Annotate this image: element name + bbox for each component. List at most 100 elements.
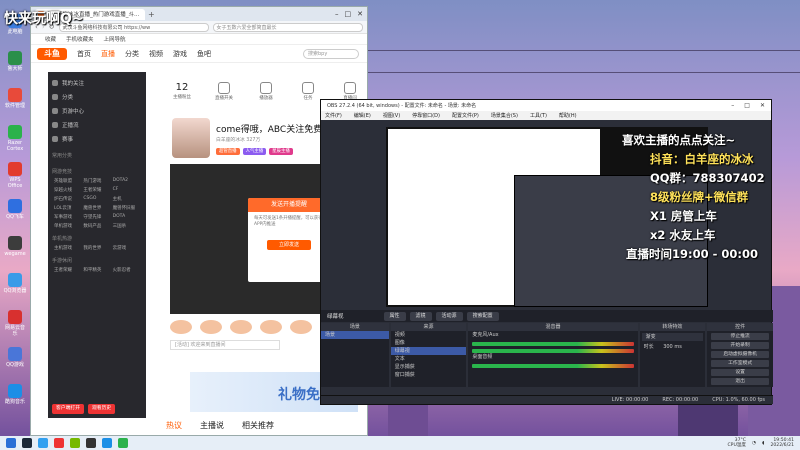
sidebar-category-item[interactable]: 我的世界 (83, 245, 112, 251)
sidebar-category-item[interactable]: 主机游戏 (54, 245, 83, 251)
sidebar-item-category[interactable]: 分类 (52, 90, 142, 104)
nav-game[interactable]: 游戏 (173, 49, 187, 59)
emote-icon[interactable] (170, 320, 192, 334)
live-switch-stat[interactable]: 直播开关 (212, 82, 236, 101)
scene-item[interactable]: 场景 (321, 331, 389, 339)
nav-live[interactable]: 直播 (101, 49, 115, 59)
sidebar-category-item[interactable]: 魔兽世界 (83, 205, 112, 211)
source-item[interactable]: 显示捕获 (391, 363, 467, 371)
sidebar-item-live[interactable]: 正播流 (52, 118, 142, 132)
obs-menu-item[interactable]: 停靠窗口(D) (412, 112, 440, 119)
emote-icon[interactable] (260, 320, 282, 334)
fans-stat[interactable]: 12 主播粉丝 (170, 82, 194, 101)
emote-icon[interactable] (290, 320, 312, 334)
sidebar-category-item[interactable]: 魔兽怀旧服 (113, 205, 142, 211)
obs-menu-item[interactable]: 工具(T) (530, 112, 547, 119)
control-button[interactable]: 退出 (711, 378, 769, 385)
obs-menu-item[interactable]: 配置文件(P) (452, 112, 479, 119)
browser-search-input[interactable]: 女子五数六爱全部简直最长 (212, 22, 363, 32)
sidebar-item-pagegame[interactable]: 页游中心 (52, 104, 142, 118)
history-button[interactable]: 观看历史 (88, 404, 116, 414)
tab-streamer-say[interactable]: 主播说 (200, 420, 224, 431)
close-icon[interactable]: ✕ (357, 10, 363, 18)
bookmark-item[interactable]: 收藏 (45, 35, 56, 43)
sidebar-category-item[interactable]: 火影忍者 (113, 267, 142, 273)
sidebar-item-match[interactable]: 赛事 (52, 132, 142, 146)
activate-button[interactable]: 活动源 (435, 311, 463, 321)
emote-icon[interactable] (230, 320, 252, 334)
open-client-button[interactable]: 客户端打开 (52, 404, 84, 414)
sidebar-category-item[interactable]: 和平精英 (83, 267, 112, 273)
new-tab-button[interactable]: + (148, 10, 155, 19)
sidebar-category-item[interactable]: 单机游戏 (54, 223, 83, 229)
sidebar-category-item[interactable]: 王者荣耀 (54, 267, 83, 273)
sidebar-category-item[interactable]: 主机 (113, 196, 142, 202)
control-button[interactable]: 启动虚拟摄像机 (711, 351, 769, 358)
sidebar-item-follow[interactable]: 我的关注 (52, 76, 142, 90)
source-item[interactable]: 图像 (391, 339, 467, 347)
obs-icon[interactable] (86, 438, 96, 448)
desktop-icon[interactable]: Razer Cortex (3, 125, 27, 152)
filters-button[interactable]: 滤镜 (409, 311, 432, 321)
duration-field[interactable]: 时长 300 ms (640, 343, 706, 351)
sidebar-category-item[interactable]: 英雄联盟 (54, 178, 83, 184)
douyu-logo[interactable]: 斗鱼 (37, 47, 67, 60)
task-stat[interactable]: 任务 (296, 82, 320, 101)
tab-recommend[interactable]: 相关推荐 (242, 420, 274, 431)
minimize-icon[interactable]: – (731, 102, 734, 109)
desktop-icon[interactable]: wegame (3, 236, 27, 257)
source-item[interactable]: 绿幕视 (390, 347, 467, 355)
desktop-icon[interactable]: 软件管理 (3, 88, 27, 109)
sidebar-category-item[interactable]: 炉石传说 (54, 196, 83, 202)
sidebar-category-item[interactable]: 热门游戏 (83, 178, 112, 184)
obs-menu-item[interactable]: 视图(V) (383, 112, 400, 119)
desktop-icon[interactable]: 酷狗音乐 (3, 384, 27, 405)
bookmark-item[interactable]: 手机收藏夹 (66, 35, 94, 43)
site-search-input[interactable]: 搜索bpy (303, 48, 359, 59)
desktop-icon[interactable]: 网易云音乐 (3, 310, 27, 337)
obs-menu-item[interactable]: 帮助(H) (559, 112, 577, 119)
streamer-avatar[interactable] (172, 118, 210, 158)
sidebar-category-item[interactable]: LOL云顶 (54, 205, 83, 211)
source-item[interactable]: 视频 (391, 331, 467, 339)
control-button[interactable]: 工作室模式 (711, 360, 769, 367)
sidebar-category-item[interactable]: DOTA2 (113, 178, 142, 184)
desktop-icon[interactable]: 鲁大师 (3, 51, 27, 72)
sidebar-category-item[interactable]: CSGO (83, 196, 112, 202)
search-config-button[interactable]: 搜索配置 (466, 311, 499, 321)
sidebar-category-item[interactable]: 守望先锋 (83, 214, 112, 220)
control-button[interactable]: 开始录制 (711, 342, 769, 349)
source-item[interactable]: 文本 (391, 355, 467, 363)
control-button[interactable]: 设置 (711, 369, 769, 376)
obs-menu-item[interactable]: 文件(F) (325, 112, 342, 119)
properties-button[interactable]: 属性 (383, 311, 406, 321)
nav-yuba[interactable]: 鱼吧 (197, 49, 211, 59)
nvidia-icon[interactable] (70, 438, 80, 448)
transition-select[interactable]: 渐变 (641, 333, 704, 341)
desktop-icon[interactable]: QQ游戏 (3, 347, 27, 368)
send-reminder-button[interactable]: 立即发送 (267, 240, 311, 250)
chat-input[interactable]: [活动] 欢迎来到直播间 (170, 340, 280, 350)
emote-icon[interactable] (200, 320, 222, 334)
tab-hot[interactable]: 热议 (166, 420, 182, 431)
sidebar-category-item[interactable]: DOTA (113, 214, 142, 220)
sidebar-category-item[interactable]: 穿越火线 (54, 187, 83, 193)
obs-menu-item[interactable]: 编辑(E) (354, 112, 371, 119)
wechat-icon[interactable] (118, 438, 128, 448)
sidebar-category-item[interactable]: 三国杀 (113, 223, 142, 229)
browser-icon[interactable] (38, 438, 48, 448)
player-stat[interactable]: 播放器 (254, 82, 278, 101)
nav-category[interactable]: 分类 (125, 49, 139, 59)
clock[interactable]: 19:50:41 2022/6/21 (770, 438, 794, 448)
sidebar-category-item[interactable]: 王者荣耀 (83, 187, 112, 193)
netease-icon[interactable] (54, 438, 64, 448)
control-button[interactable]: 停止推流 (711, 333, 769, 340)
wifi-icon[interactable]: ◔ (752, 441, 756, 446)
obs-menu-item[interactable]: 场景集合(S) (491, 112, 518, 119)
desktop-icon[interactable]: WPS Office (3, 162, 27, 189)
steam-icon[interactable] (22, 438, 32, 448)
close-icon[interactable]: ✕ (760, 102, 765, 109)
qq-icon[interactable] (102, 438, 112, 448)
maximize-icon[interactable]: □ (345, 10, 352, 18)
minimize-icon[interactable]: – (335, 10, 339, 18)
